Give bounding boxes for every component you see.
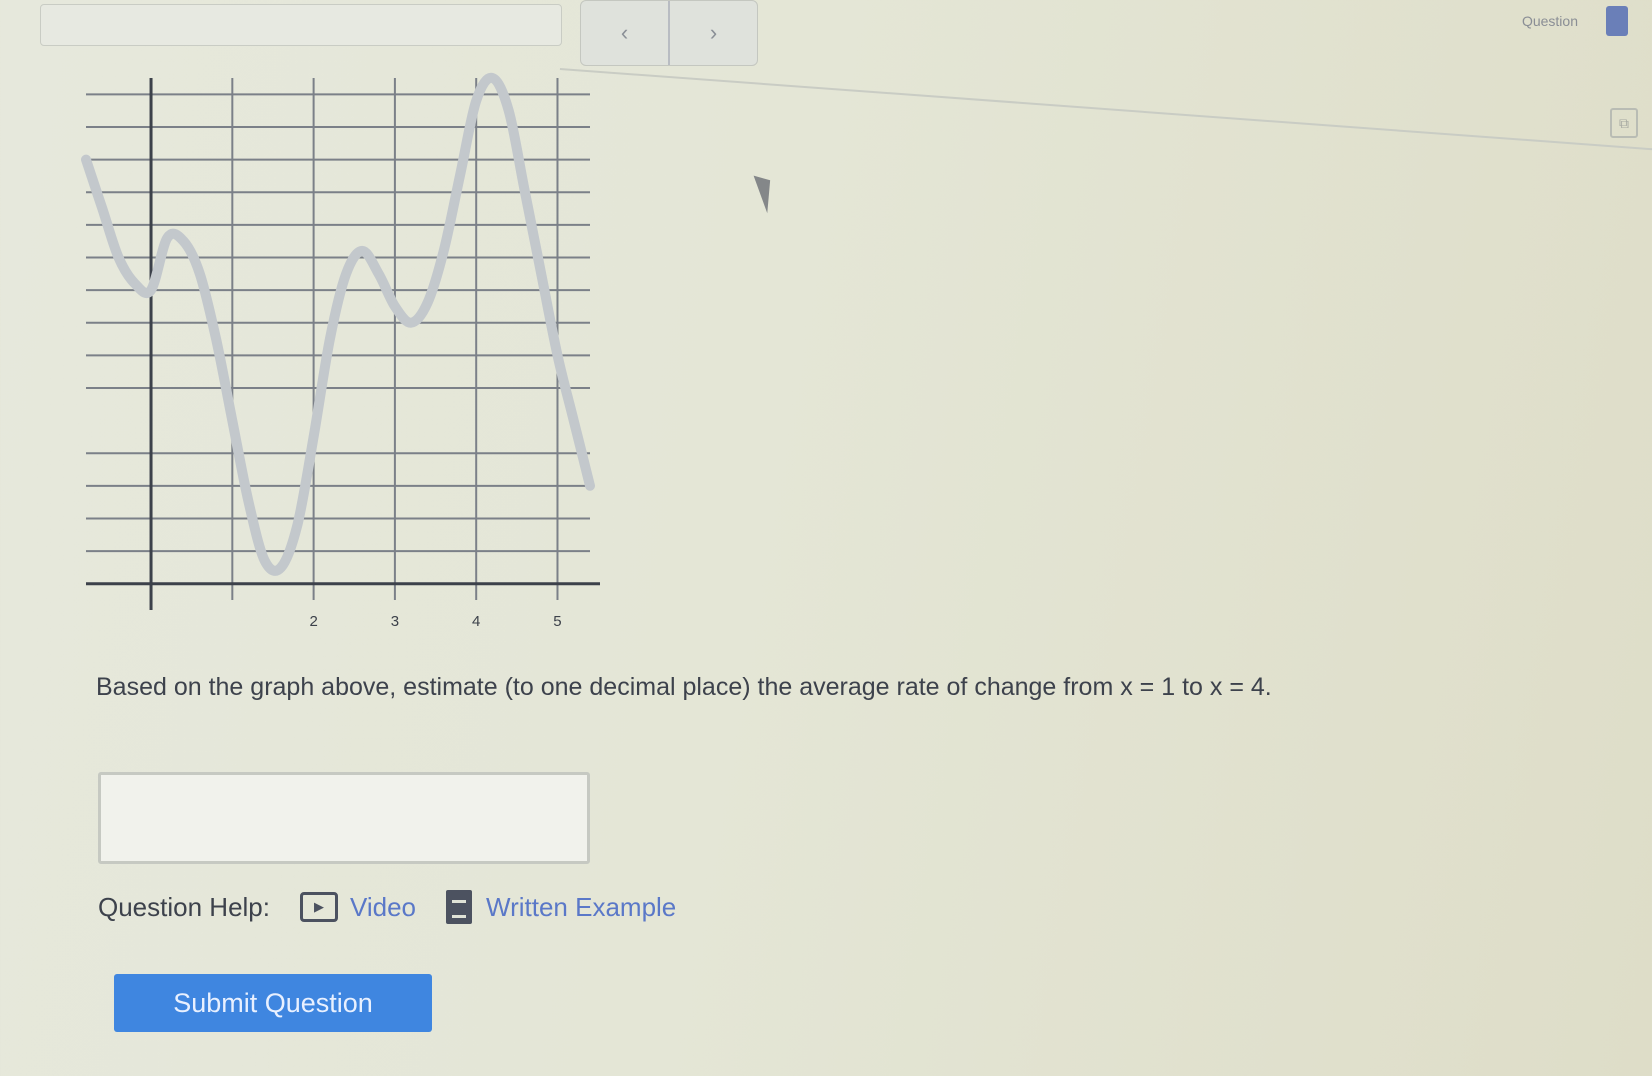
next-question-button[interactable]: › xyxy=(668,1,757,65)
x-tick-label: 3 xyxy=(391,613,399,630)
video-link-label: Video xyxy=(349,891,417,922)
written-example-label: Written Example xyxy=(486,891,677,922)
top-bar: ‹ › Question xyxy=(0,0,1652,70)
chevron-right-icon: › xyxy=(709,20,718,45)
submit-question-button[interactable]: Submit Question xyxy=(114,974,432,1032)
graph: 2 3 4 5 xyxy=(68,70,620,650)
question-text: Based on the graph above, estimate (to o… xyxy=(96,673,1272,701)
top-field xyxy=(40,4,562,46)
question-help: Question Help: ▶ Video Written Example xyxy=(98,890,706,924)
x-tick-label: 2 xyxy=(309,613,317,630)
x-tick-label: 5 xyxy=(553,613,561,630)
answer-input[interactable] xyxy=(98,772,590,864)
question-info: Question xyxy=(1521,13,1578,29)
function-graph-svg: 2 3 4 5 xyxy=(68,72,600,630)
video-icon: ▶ xyxy=(299,892,338,922)
previous-question-button[interactable]: ‹ xyxy=(581,1,668,65)
question-help-label: Question Help: xyxy=(98,891,270,922)
account-icon xyxy=(1606,6,1628,36)
account-menu[interactable] xyxy=(1606,6,1642,36)
document-icon xyxy=(446,890,473,924)
video-link[interactable]: ▶ Video xyxy=(299,891,417,923)
divider xyxy=(559,68,1652,151)
x-tick-label: 4 xyxy=(472,613,480,630)
top-right-info: Question xyxy=(1522,6,1642,36)
chevron-left-icon: ‹ xyxy=(620,20,629,45)
function-curve xyxy=(81,72,595,576)
mouse-cursor-icon xyxy=(753,170,781,214)
question-nav: ‹ › xyxy=(580,0,758,66)
written-example-link[interactable]: Written Example xyxy=(446,890,676,924)
panel-icon[interactable]: ⧉ xyxy=(1610,108,1638,138)
